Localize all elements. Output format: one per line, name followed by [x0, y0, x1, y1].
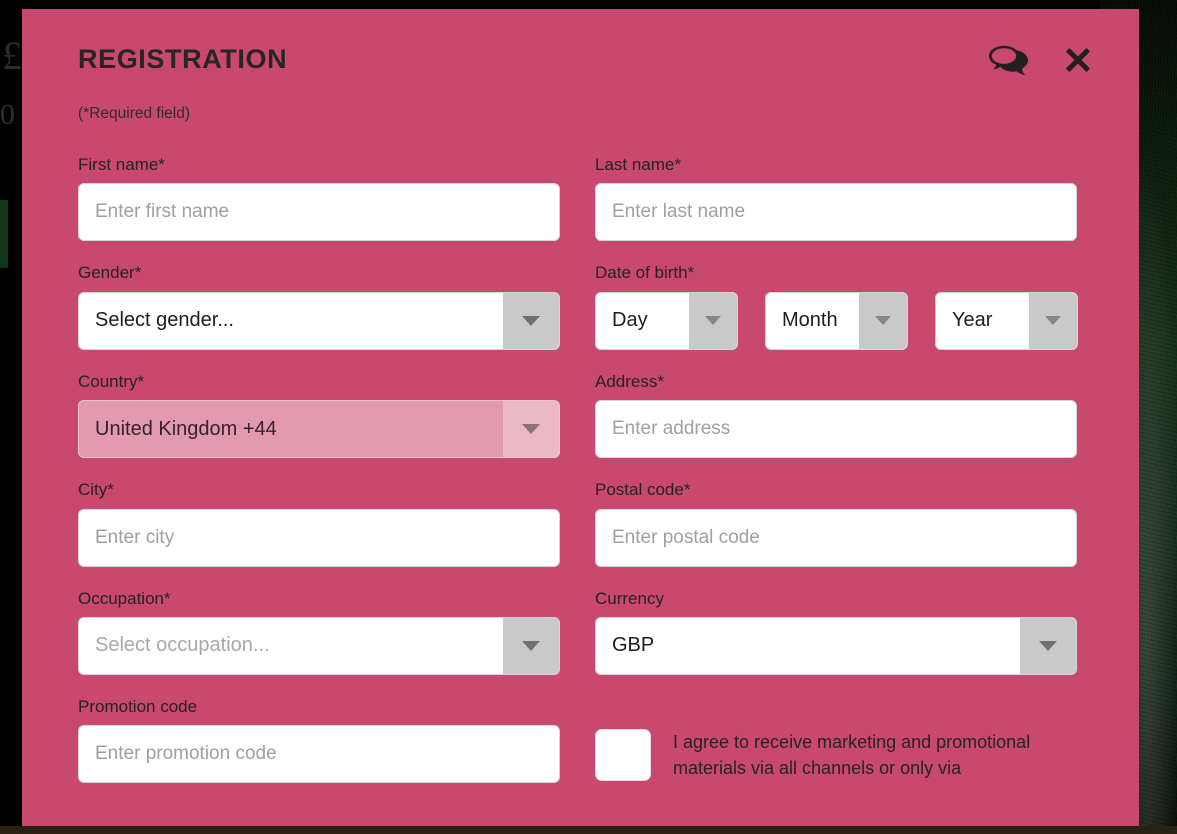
chevron-down-icon — [503, 292, 559, 349]
currency-select-value: GBP — [612, 634, 655, 657]
field-last-name: Last name* — [595, 155, 1077, 242]
close-x-icon[interactable] — [1059, 41, 1097, 79]
page-title: REGISTRATION — [78, 44, 288, 74]
field-first-name: First name* — [78, 155, 560, 242]
gender-select-value: Select gender... — [95, 309, 234, 332]
dob-month-cell: Month — [765, 291, 908, 350]
dob-year-value: Year — [952, 309, 993, 332]
form-row-occupation-currency: Occupation* Select occupation... Currenc… — [78, 589, 1078, 675]
chevron-down-icon — [1020, 617, 1076, 674]
gender-label: Gender* — [78, 263, 142, 283]
dob-day-select[interactable]: Day — [595, 291, 738, 350]
form-row-gender-dob: Gender* Select gender... Date of birth* … — [78, 263, 1078, 350]
background-bottom-bar — [0, 826, 1177, 834]
modal-header-icons — [987, 41, 1097, 79]
form-row-country-address: Country* United Kingdom +44 Address* — [78, 371, 1078, 459]
field-address: Address* — [595, 371, 1077, 459]
last-name-input[interactable] — [595, 183, 1077, 242]
chevron-down-icon — [503, 401, 559, 458]
dob-day-value: Day — [612, 309, 648, 332]
postal-code-input[interactable] — [595, 508, 1077, 567]
currency-label: Currency — [595, 588, 664, 608]
field-occupation: Occupation* Select occupation... — [78, 589, 560, 675]
city-input[interactable] — [78, 508, 560, 567]
background-accent-bar — [0, 200, 8, 268]
last-name-label: Last name* — [595, 155, 681, 174]
field-currency: Currency GBP — [595, 589, 1077, 675]
date-of-birth-group: Day Month Year — [595, 291, 1078, 350]
field-city: City* — [78, 480, 560, 567]
chevron-down-icon — [503, 617, 559, 674]
marketing-consent-label: I agree to receive marketing and promoti… — [673, 731, 1031, 779]
dob-month-select[interactable]: Month — [765, 291, 908, 350]
field-marketing-consent: I agree to receive marketing and promoti… — [595, 697, 1077, 783]
page-root: £ 0 REGISTRATION (*Required field) First… — [0, 0, 1177, 834]
occupation-select-value: Select occupation... — [95, 634, 270, 657]
promotion-code-label: Promotion code — [78, 696, 198, 716]
country-select-value: United Kingdom +44 — [95, 417, 277, 440]
chevron-down-icon — [689, 292, 737, 349]
occupation-label: Occupation* — [78, 588, 171, 608]
registration-modal: REGISTRATION (*Required field) First nam… — [22, 9, 1139, 826]
first-name-input[interactable] — [78, 183, 560, 242]
field-gender: Gender* Select gender... — [78, 263, 560, 350]
dob-year-cell: Year — [935, 291, 1078, 350]
chevron-down-icon — [859, 292, 907, 349]
city-label: City* — [78, 480, 114, 500]
address-label: Address* — [595, 371, 664, 391]
first-name-label: First name* — [78, 155, 165, 174]
date-of-birth-label: Date of birth* — [595, 263, 695, 283]
field-promotion-code: Promotion code — [78, 696, 560, 784]
form-row-promo-consent: Promotion code I agree to receive market… — [78, 696, 1078, 784]
form-row-city-postal: City* Postal code* — [78, 480, 1078, 567]
required-field-note: (*Required field) — [78, 105, 190, 122]
field-date-of-birth: Date of birth* Day Month Year — [595, 263, 1078, 350]
registration-form: First name* Last name* Gender* Select ge… — [78, 155, 1078, 805]
background-balance-amount: 0 — [0, 98, 15, 131]
country-select[interactable]: United Kingdom +44 — [78, 400, 560, 459]
field-country: Country* United Kingdom +44 — [78, 371, 560, 459]
promotion-code-input[interactable] — [78, 725, 560, 784]
postal-code-label: Postal code* — [595, 480, 691, 500]
occupation-select[interactable]: Select occupation... — [78, 616, 560, 675]
field-postal-code: Postal code* — [595, 480, 1077, 567]
address-input[interactable] — [595, 400, 1077, 459]
currency-select[interactable]: GBP — [595, 616, 1077, 675]
marketing-consent-checkbox[interactable] — [595, 728, 651, 781]
chat-bubbles-icon[interactable] — [987, 42, 1031, 78]
marketing-consent-row: I agree to receive marketing and promoti… — [595, 697, 1077, 781]
chevron-down-icon — [1029, 292, 1077, 349]
dob-year-select[interactable]: Year — [935, 291, 1078, 350]
gender-select[interactable]: Select gender... — [78, 291, 560, 350]
country-label: Country* — [78, 371, 145, 391]
background-currency-symbol: £ — [2, 33, 22, 78]
form-row-name: First name* Last name* — [78, 155, 1078, 242]
dob-day-cell: Day — [595, 291, 738, 350]
dob-month-value: Month — [782, 309, 838, 332]
